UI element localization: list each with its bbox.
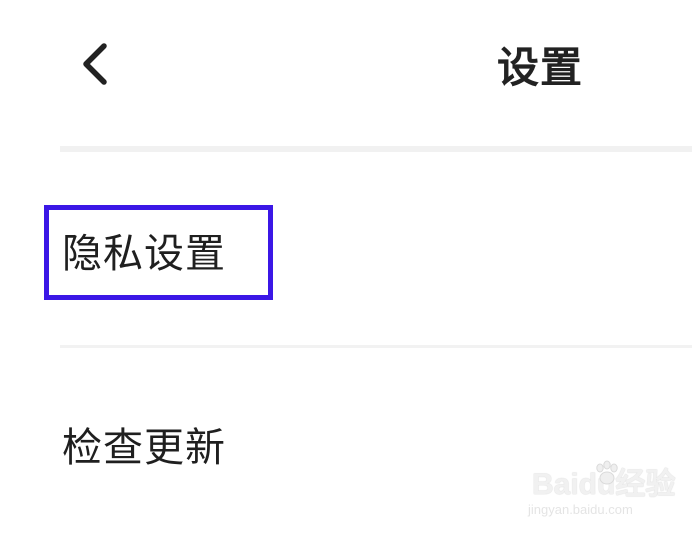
page-title: 设置: [496, 43, 583, 92]
back-button[interactable]: [68, 34, 122, 94]
baidu-jingyan-watermark: Baidu经验 jingyan.baidu.com: [528, 460, 678, 524]
paw-icon: [596, 460, 618, 485]
watermark-url: jingyan.baidu.com: [528, 502, 633, 517]
settings-item-privacy[interactable]: 隐私设置: [0, 152, 692, 346]
settings-item-label: 隐私设置: [62, 231, 226, 277]
list-divider: [60, 345, 692, 348]
settings-item-label: 检查更新: [62, 425, 226, 471]
top-nav-bar: 设置: [0, 0, 692, 148]
chevron-left-icon: [83, 43, 107, 85]
